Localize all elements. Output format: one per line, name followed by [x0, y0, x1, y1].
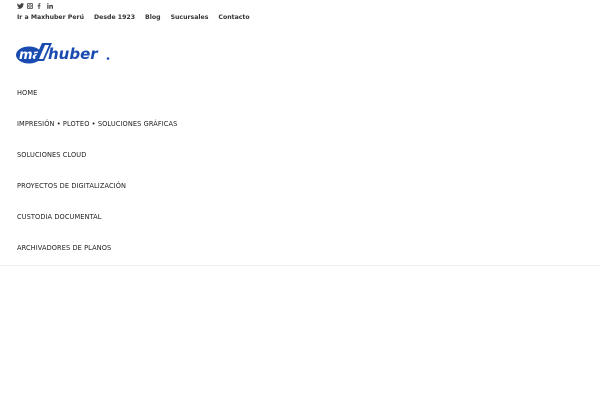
twitter-icon[interactable]: [17, 3, 24, 9]
top-link-blog[interactable]: Blog: [145, 14, 161, 21]
facebook-icon[interactable]: [37, 3, 43, 9]
menu-item-impresion[interactable]: IMPRESIÓN • PLOTEO • SOLUCIONES GRÁFICAS: [17, 120, 177, 151]
top-links: Ir a Maxhuber Perú Desde 1923 Blog Sucur…: [17, 14, 250, 21]
header-divider: [0, 265, 600, 266]
page: Ir a Maxhuber Perú Desde 1923 Blog Sucur…: [0, 0, 600, 400]
menu-item-digitalizacion[interactable]: PROYECTOS DE DIGITALIZACIÓN: [17, 182, 177, 213]
top-link-desde-1923[interactable]: Desde 1923: [94, 14, 135, 21]
menu-item-home[interactable]: HOME: [17, 89, 177, 120]
main-menu: HOME IMPRESIÓN • PLOTEO • SOLUCIONES GRÁ…: [17, 89, 177, 275]
maxhuber-logo[interactable]: max huber: [15, 40, 113, 64]
linkedin-icon[interactable]: [47, 3, 53, 9]
top-link-contacto[interactable]: Contacto: [218, 14, 249, 21]
top-link-sucursales[interactable]: Sucursales: [171, 14, 209, 21]
social-links: [17, 2, 53, 10]
menu-item-archivadores[interactable]: ARCHIVADORES DE PLANOS: [17, 244, 177, 275]
logo-text-huber: huber: [48, 45, 99, 63]
top-link-peru[interactable]: Ir a Maxhuber Perú: [17, 14, 84, 21]
menu-item-soluciones-cloud[interactable]: SOLUCIONES CLOUD: [17, 151, 177, 182]
instagram-icon[interactable]: [27, 3, 33, 9]
menu-item-custodia[interactable]: CUSTODIA DOCUMENTAL: [17, 213, 177, 244]
